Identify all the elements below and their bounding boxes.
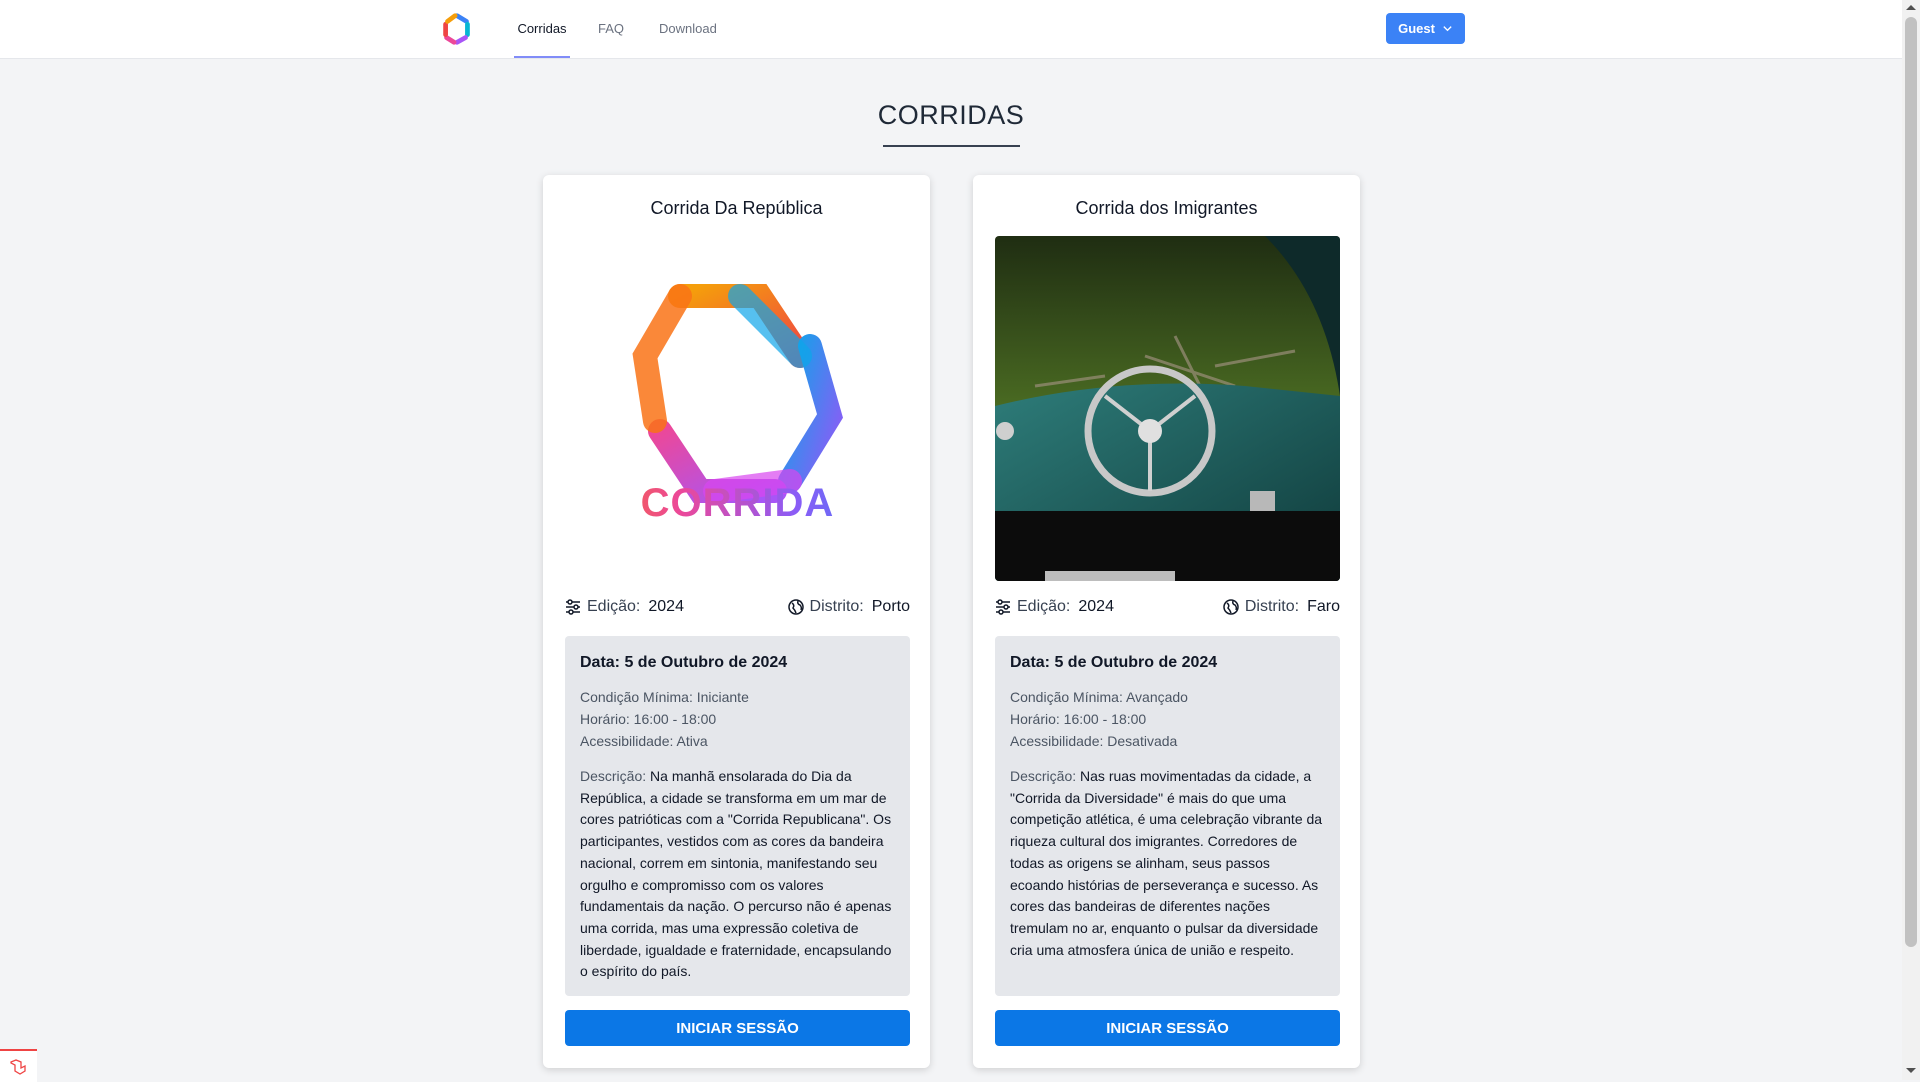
- laravel-icon: [10, 1059, 26, 1075]
- top-navbar: Corridas FAQ Download Guest: [0, 0, 1902, 59]
- sliders-icon: [566, 599, 580, 615]
- scroll-thumb[interactable]: [1905, 17, 1917, 947]
- sliders-icon: [996, 599, 1010, 615]
- race-date: Data: 5 de Outubro de 2024: [580, 654, 788, 671]
- race-title: Corrida dos Imigrantes: [1075, 198, 1258, 218]
- title-underline: [883, 145, 1020, 147]
- race-title: Corrida Da República: [650, 198, 823, 218]
- race-description: Descrição: Nas ruas movimentadas da cida…: [1010, 766, 1325, 961]
- distrito-label: Distrito:: [1244, 598, 1300, 615]
- globe-icon: [1223, 599, 1239, 615]
- description-label: Descrição:: [580, 768, 647, 784]
- page-title: CORRIDAS: [877, 100, 1025, 130]
- edicao-label: Edição:: [1017, 598, 1071, 615]
- race-date: Data: 5 de Outubro de 2024: [1010, 654, 1218, 671]
- race-schedule: Horário: 16:00 - 18:00: [1010, 711, 1147, 727]
- description-text: Na manhã ensolarada do Dia da República,…: [580, 768, 892, 980]
- race-info-box: Data: 5 de Outubro de 2024 Condição Míni…: [565, 636, 910, 996]
- distrito-label: Distrito:: [809, 598, 864, 615]
- nav-link-corridas[interactable]: Corridas: [514, 0, 570, 58]
- laravel-debug-toggle[interactable]: [0, 1049, 37, 1082]
- chevron-down-icon: [1443, 26, 1452, 32]
- race-accessibility: Acessibilidade: Ativa: [580, 733, 708, 749]
- race-card: Corrida dos Imigrantes Edição: 2024 Dist…: [973, 175, 1360, 1068]
- edicao-value: 2024: [1078, 598, 1114, 615]
- race-condition: Condição Mínima: Iniciante: [580, 689, 749, 705]
- guest-menu-button[interactable]: Guest: [1386, 13, 1465, 44]
- car-dashboard-photo: [995, 236, 1340, 581]
- description-label: Descrição:: [1010, 768, 1077, 784]
- nav-link-faq[interactable]: FAQ: [598, 0, 624, 58]
- race-info-box: Data: 5 de Outubro de 2024 Condição Míni…: [995, 636, 1340, 996]
- scroll-up-arrow-icon[interactable]: [1906, 5, 1916, 10]
- corrida-wordmark: CORRIDA: [565, 481, 910, 526]
- edicao-value: 2024: [648, 598, 684, 615]
- description-text: Nas ruas movimentadas da cidade, a "Corr…: [1010, 768, 1323, 958]
- race-condition: Condição Mínima: Avançado: [1010, 689, 1188, 705]
- login-button[interactable]: INICIAR SESSÃO: [995, 1010, 1340, 1046]
- distrito-value: Faro: [1307, 598, 1340, 615]
- race-meta: Edição: 2024 Distrito: Porto: [565, 598, 910, 620]
- guest-label: Guest: [1398, 21, 1435, 36]
- app-logo-icon[interactable]: [438, 10, 476, 48]
- race-logo-image: CORRIDA: [565, 236, 910, 581]
- distrito-value: Porto: [871, 598, 910, 615]
- race-meta: Edição: 2024 Distrito: Faro: [995, 598, 1340, 620]
- scroll-down-arrow-icon[interactable]: [1906, 1068, 1916, 1073]
- race-description: Descrição: Na manhã ensolarada do Dia da…: [580, 766, 895, 983]
- race-schedule: Horário: 16:00 - 18:00: [580, 711, 717, 727]
- corrida-logo-icon: [632, 284, 843, 503]
- page-scrollbar[interactable]: [1902, 0, 1920, 1080]
- globe-icon: [787, 599, 804, 615]
- login-button[interactable]: INICIAR SESSÃO: [565, 1010, 910, 1046]
- race-photo-image: [995, 236, 1340, 581]
- race-card: Corrida Da República CORRIDA Edição: 202…: [543, 175, 930, 1068]
- nav-link-download[interactable]: Download: [659, 0, 717, 58]
- race-accessibility: Acessibilidade: Desativada: [1010, 733, 1178, 749]
- edicao-label: Edição:: [587, 598, 641, 615]
